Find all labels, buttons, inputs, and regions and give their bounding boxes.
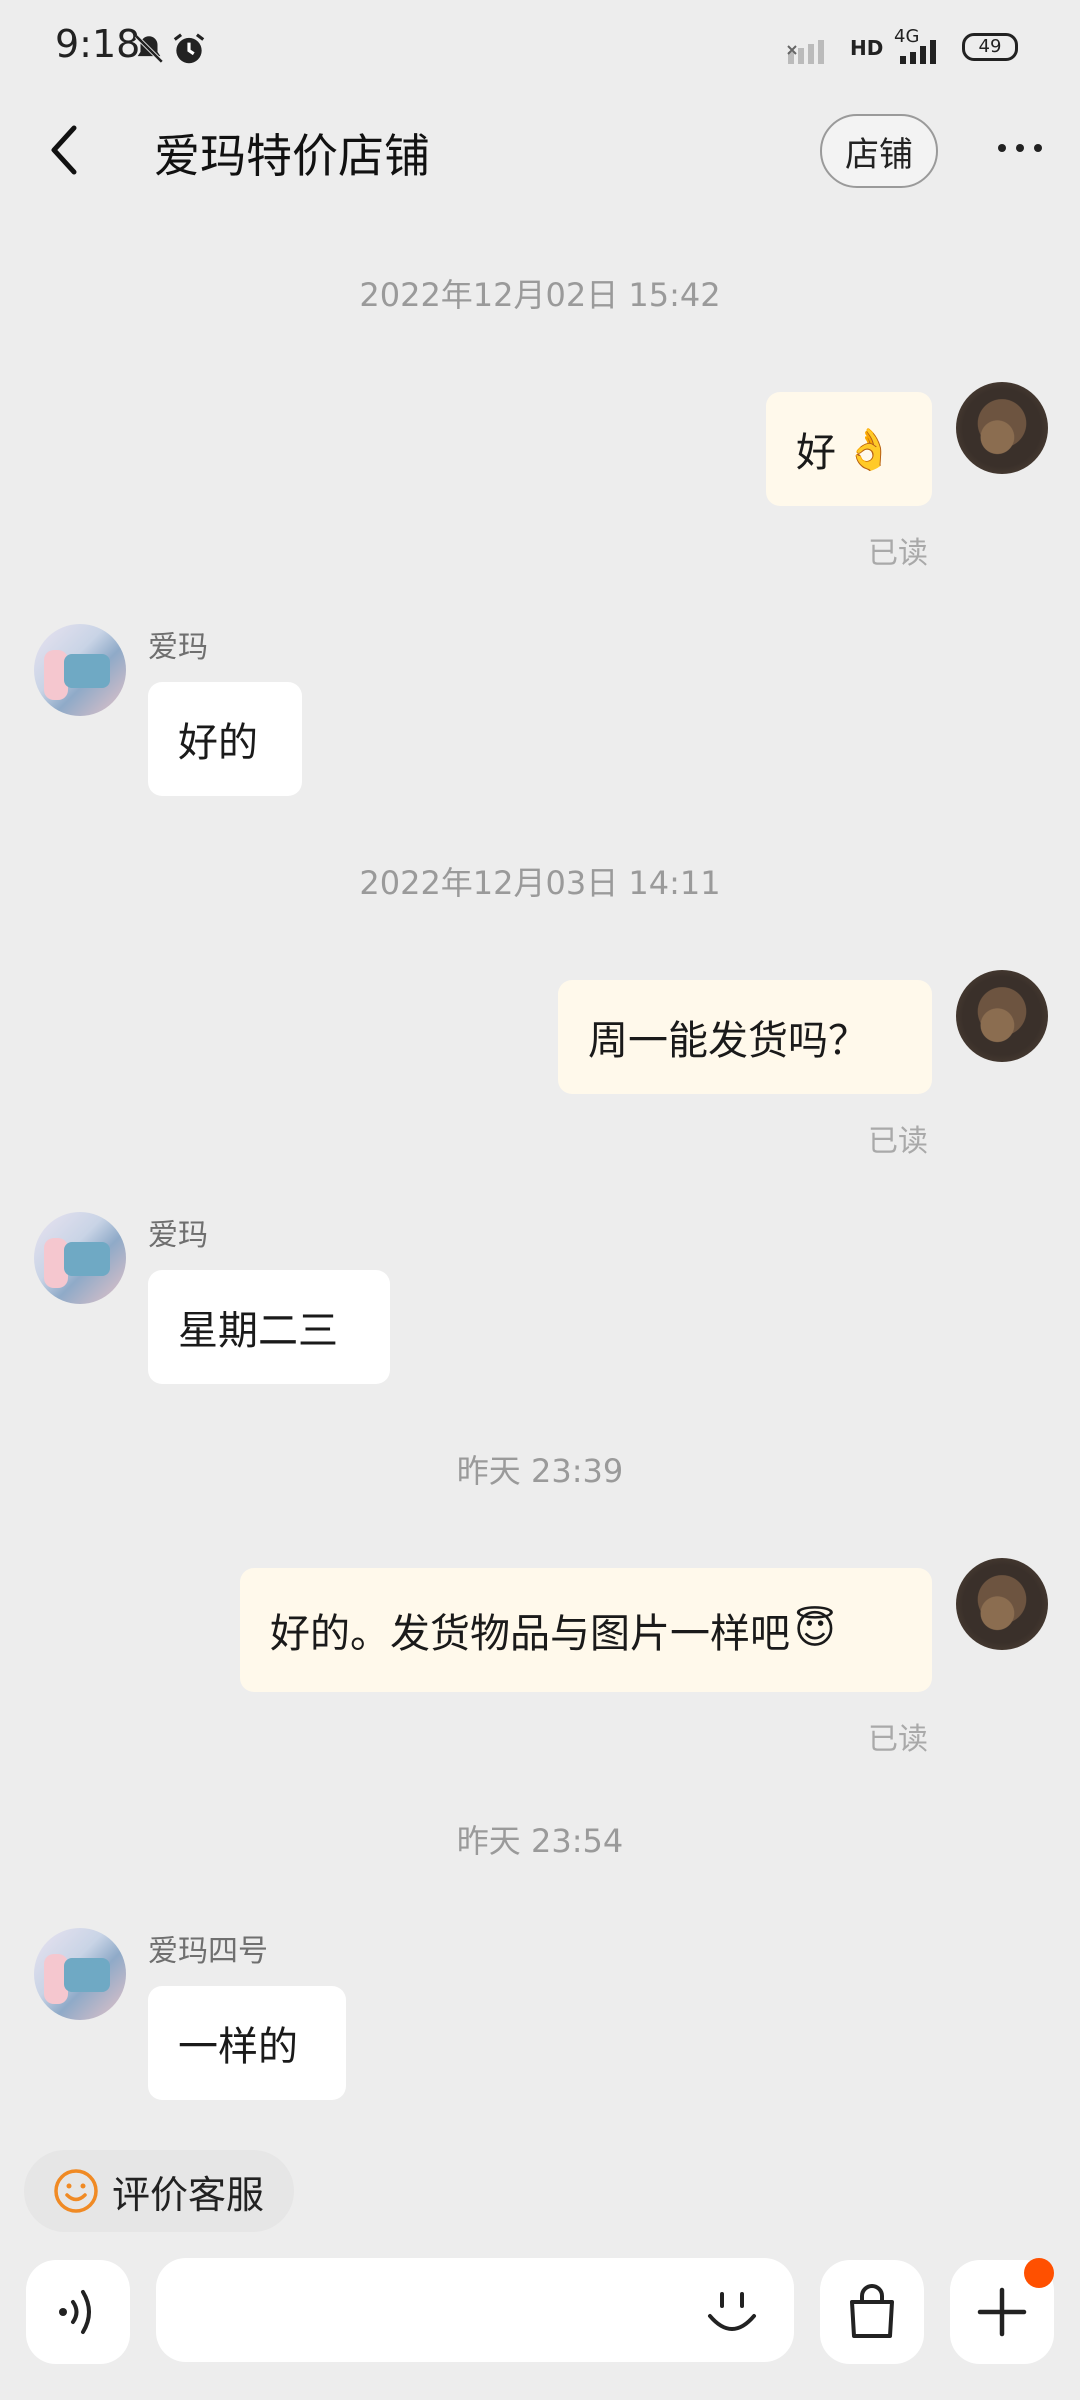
notification-badge (1024, 2258, 1054, 2288)
shop-avatar[interactable] (34, 624, 126, 716)
battery-indicator: 49 (962, 33, 1018, 61)
rate-service-button[interactable]: 评价客服 (24, 2150, 294, 2232)
my-message-bubble[interactable]: 好的。发货物品与图片一样吧 😇 (240, 1568, 932, 1692)
shop-button[interactable]: 店铺 (820, 114, 938, 188)
signal-sim1-icon (786, 36, 830, 70)
read-status: 已读 (868, 1722, 928, 1757)
voice-icon (59, 2290, 91, 2334)
emoji-button[interactable] (700, 2280, 764, 2348)
voice-button[interactable] (26, 2260, 130, 2364)
timestamp: 2022年12月02日 15:42 (359, 276, 721, 314)
avatar-scooter (64, 1242, 110, 1276)
message-text: 周一能发货吗？ (588, 1018, 868, 1064)
message-input[interactable] (156, 2258, 794, 2362)
avatar-scooter (64, 1958, 110, 1992)
their-message-bubble[interactable]: 好的 (148, 682, 302, 796)
their-message-bubble[interactable]: 一样的 (148, 1986, 346, 2100)
shopping-bag-button[interactable] (820, 2260, 924, 2364)
back-button[interactable] (44, 120, 84, 180)
shop-avatar[interactable] (34, 1212, 126, 1304)
page-title: 爱玛特价店铺 (154, 129, 430, 183)
more-dot (1034, 144, 1042, 152)
timestamp: 昨天 23:39 (456, 1452, 624, 1490)
sender-name: 爱玛 (148, 630, 208, 665)
read-status: 已读 (868, 536, 928, 571)
shopping-bag-icon (850, 2284, 894, 2338)
message-text: 好的 (178, 720, 258, 766)
hd-label: HD (850, 36, 884, 60)
message-text: 好的。发货物品与图片一样吧 (270, 1611, 790, 1657)
mute-icon (132, 32, 166, 70)
read-status: 已读 (868, 1124, 928, 1159)
avatar-scooter (64, 654, 110, 688)
timestamp: 昨天 23:54 (456, 1822, 624, 1860)
more-icon[interactable] (998, 144, 1042, 152)
plus-icon (977, 2287, 1027, 2337)
more-dot (1016, 144, 1024, 152)
my-avatar[interactable] (956, 382, 1048, 474)
shop-avatar[interactable] (34, 1928, 126, 2020)
message-text: 星期二三 (178, 1308, 338, 1354)
my-message-bubble[interactable]: 好 👌 (766, 392, 932, 506)
sender-name: 爱玛四号 (148, 1934, 268, 1969)
my-avatar[interactable] (956, 1558, 1048, 1650)
timestamp: 2022年12月03日 14:11 (359, 864, 721, 902)
my-message-bubble[interactable]: 周一能发货吗？ (558, 980, 932, 1094)
ok-hand-emoji: 👌 (844, 426, 894, 473)
more-dot (998, 144, 1006, 152)
smiley-icon (54, 2169, 98, 2213)
signal-sim2-icon (896, 36, 950, 70)
status-time: 9:18 (55, 22, 141, 66)
message-text: 好 (796, 430, 836, 476)
back-arrow-icon (51, 125, 77, 175)
alarm-icon (170, 30, 208, 72)
sender-name: 爱玛 (148, 1218, 208, 1253)
rate-service-label: 评价客服 (112, 2172, 265, 2217)
message-text: 一样的 (178, 2024, 298, 2070)
emoji-icon (708, 2292, 756, 2331)
my-avatar[interactable] (956, 970, 1048, 1062)
their-message-bubble[interactable]: 星期二三 (148, 1270, 390, 1384)
angel-emoji: 😇 (794, 1607, 836, 1653)
